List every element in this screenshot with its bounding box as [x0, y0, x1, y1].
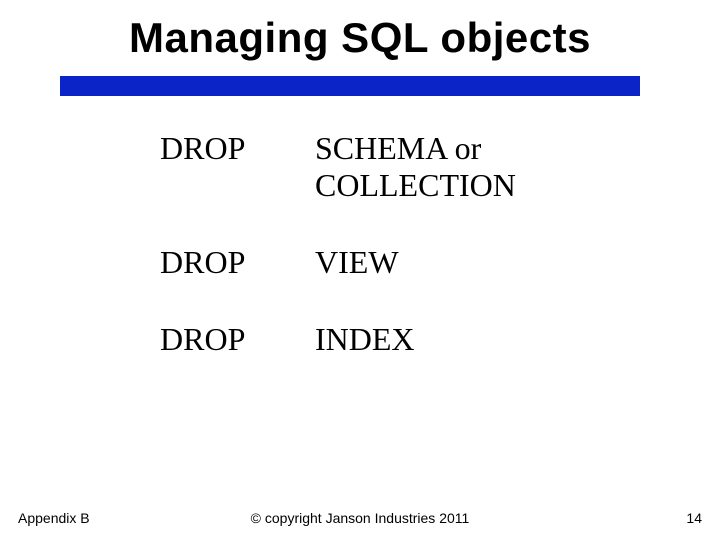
table-row: DROP SCHEMA or COLLECTION: [160, 130, 660, 204]
footer-center: © copyright Janson Industries 2011: [0, 510, 720, 526]
table-row: DROP INDEX: [160, 321, 660, 358]
command-cell: DROP: [160, 130, 315, 167]
command-cell: DROP: [160, 244, 315, 281]
slide-number: 14: [686, 510, 702, 526]
command-cell: DROP: [160, 321, 315, 358]
content-area: DROP SCHEMA or COLLECTION DROP VIEW DROP…: [160, 130, 660, 398]
object-cell: INDEX: [315, 321, 415, 358]
object-cell: SCHEMA or COLLECTION: [315, 130, 645, 204]
object-cell: VIEW: [315, 244, 399, 281]
slide-title: Managing SQL objects: [0, 0, 720, 62]
table-row: DROP VIEW: [160, 244, 660, 281]
slide: Managing SQL objects DROP SCHEMA or COLL…: [0, 0, 720, 540]
title-underline-bar: [60, 76, 640, 96]
